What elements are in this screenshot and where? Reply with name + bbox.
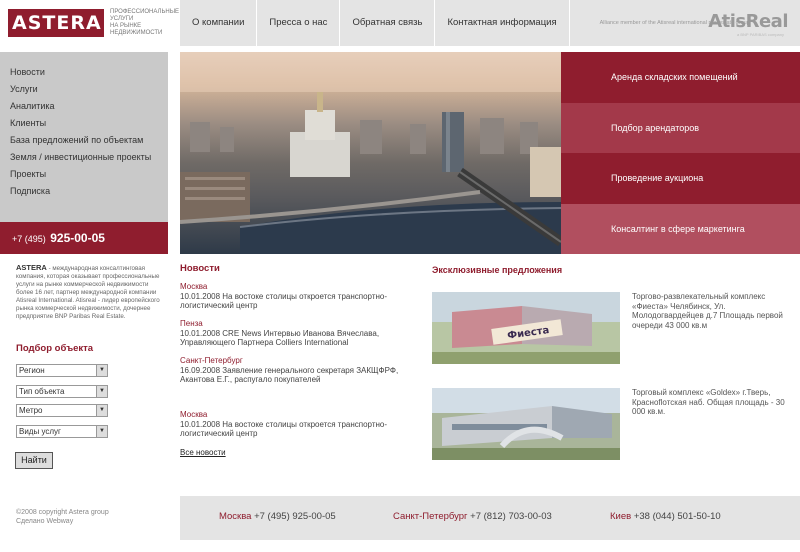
offer-image-goldex[interactable] [432, 388, 620, 460]
news-text[interactable]: 10.01.2008 На востоке столицы откроется … [180, 292, 410, 311]
chevron-down-icon[interactable]: ▼ [96, 386, 107, 397]
news-title: Новости [180, 263, 220, 274]
about-brand: ASTERA [16, 263, 47, 272]
nav-about[interactable]: О компании [180, 0, 258, 46]
copyright-text: ©2008 copyright Astera group [16, 509, 109, 516]
all-news-link[interactable]: Все новости [180, 448, 226, 457]
office-spb: Санкт-Петербург +7 (812) 703-00-03 [393, 511, 552, 522]
news-city[interactable]: Санкт-Петербург [180, 356, 410, 366]
city-skyline-image [180, 52, 561, 254]
atisreal-logo-sub: a BNP PARIBAS company [737, 32, 784, 37]
object-type-select[interactable]: Тип объекта ▼ [16, 385, 108, 398]
about-text: ASTERA - международная консалтинговая ко… [16, 264, 164, 321]
offers-title: Эксклюзивные предложения [432, 265, 563, 275]
promo-warehouse-rent[interactable]: Аренда складских помещений [561, 52, 800, 103]
tagline-line: ПРОФЕССИОНАЛЬНЫЕ [110, 9, 180, 15]
metro-select[interactable]: Метро ▼ [16, 404, 108, 417]
top-nav: О компании Пресса о нас Обратная связь К… [180, 0, 800, 46]
footer-offices: Москва +7 (495) 925-00-05 Санкт-Петербур… [180, 496, 800, 540]
news-text[interactable]: 16.09.2008 Заявление генерального секрет… [180, 366, 410, 385]
office-moscow: Москва +7 (495) 925-00-05 [219, 511, 336, 522]
hero-city-photo [180, 52, 561, 254]
news-item: Москва 10.01.2008 На востоке столицы отк… [180, 282, 410, 311]
chevron-down-icon[interactable]: ▼ [96, 405, 107, 416]
promo-panel: Аренда складских помещений Подбор аренда… [561, 52, 800, 254]
tagline-line: УСЛУГИ [110, 16, 134, 22]
office-city: Москва [219, 511, 252, 522]
office-phone: +7 (812) 703-00-03 [470, 511, 552, 522]
sidebar-item-database[interactable]: База предложений по объектам [0, 132, 168, 149]
offer-image-fiesta[interactable]: Фиеста [432, 292, 620, 364]
office-city: Санкт-Петербург [393, 511, 468, 522]
region-select[interactable]: Регион ▼ [16, 364, 108, 377]
made-by-link[interactable]: Сделано Webway [16, 517, 109, 526]
sidebar-item-clients[interactable]: Клиенты [0, 115, 168, 132]
office-city: Киев [610, 511, 632, 522]
mall-rendering-image: Фиеста [432, 292, 620, 364]
sidebar-item-subscribe[interactable]: Подписка [0, 183, 168, 200]
promo-tenant-selection[interactable]: Подбор арендаторов [561, 102, 800, 153]
region-select-value: Регион [19, 366, 45, 375]
copyright: ©2008 copyright Astera group Сделано Web… [16, 508, 109, 526]
news-text[interactable]: 10.01.2008 На востоке столицы откроется … [180, 420, 410, 439]
tagline: ПРОФЕССИОНАЛЬНЫЕ УСЛУГИ НА РЫНКЕ НЕДВИЖИ… [110, 9, 180, 37]
services-select-value: Виды услуг [19, 427, 61, 436]
news-text[interactable]: 10.01.2008 CRE News Интервью Иванова Вяч… [180, 329, 410, 348]
offer-text[interactable]: Торговый комплекс «Goldex» г.Тверь, Крас… [632, 388, 792, 417]
sidebar-item-services[interactable]: Услуги [0, 81, 168, 98]
metro-select-value: Метро [19, 406, 43, 415]
news-city[interactable]: Москва [180, 410, 410, 420]
news-item: Москва 10.01.2008 На востоке столицы отк… [180, 410, 410, 439]
nav-contacts[interactable]: Контактная информация [435, 0, 570, 46]
phone-number: 925-00-05 [50, 231, 105, 245]
news-item: Санкт-Петербург 16.09.2008 Заявление ген… [180, 356, 410, 385]
offer-text[interactable]: Торгово-развлекательный комплекс «Фиеста… [632, 292, 792, 330]
tagline-line: НЕДВИЖИМОСТИ [110, 30, 163, 36]
search-button[interactable]: Найти [15, 452, 53, 469]
sidebar-item-news[interactable]: Новости [0, 64, 168, 81]
phone-bar: +7 (495) 925-00-05 [0, 222, 168, 254]
chevron-down-icon[interactable]: ▼ [96, 426, 107, 437]
news-item: Пенза 10.01.2008 CRE News Интервью Ивано… [180, 319, 410, 348]
nav-feedback[interactable]: Обратная связь [340, 0, 436, 46]
nav-press[interactable]: Пресса о нас [257, 0, 341, 46]
search-title: Подбор объекта [16, 343, 94, 354]
news-city[interactable]: Пенза [180, 319, 410, 329]
office-phone: +38 (044) 501-50-10 [633, 511, 721, 522]
chevron-down-icon[interactable]: ▼ [96, 365, 107, 376]
services-select[interactable]: Виды услуг ▼ [16, 425, 108, 438]
office-kiev: Киев +38 (044) 501-50-10 [610, 511, 721, 522]
sidebar-nav: Новости Услуги Аналитика Клиенты База пр… [0, 52, 168, 222]
phone-prefix: +7 (495) [12, 234, 46, 244]
sidebar-item-projects[interactable]: Проекты [0, 166, 168, 183]
atisreal-logo[interactable]: AtisReal [708, 11, 788, 32]
office-phone: +7 (495) 925-00-05 [254, 511, 336, 522]
promo-auction[interactable]: Проведение аукциона [561, 153, 800, 204]
mall-rendering-image [432, 388, 620, 460]
sidebar-item-analytics[interactable]: Аналитика [0, 98, 168, 115]
object-type-select-value: Тип объекта [19, 387, 65, 396]
sidebar-item-land[interactable]: Земля / инвестиционные проекты [0, 149, 168, 166]
header: ASTERA ПРОФЕССИОНАЛЬНЫЕ УСЛУГИ НА РЫНКЕ … [0, 0, 800, 46]
news-city[interactable]: Москва [180, 282, 410, 292]
tagline-line: НА РЫНКЕ [110, 23, 142, 29]
about-body: - международная консалтинговая компания,… [16, 265, 160, 320]
astera-logo[interactable]: ASTERA [8, 9, 104, 37]
promo-marketing-consulting[interactable]: Консалтинг в сфере маркетинга [561, 203, 800, 254]
